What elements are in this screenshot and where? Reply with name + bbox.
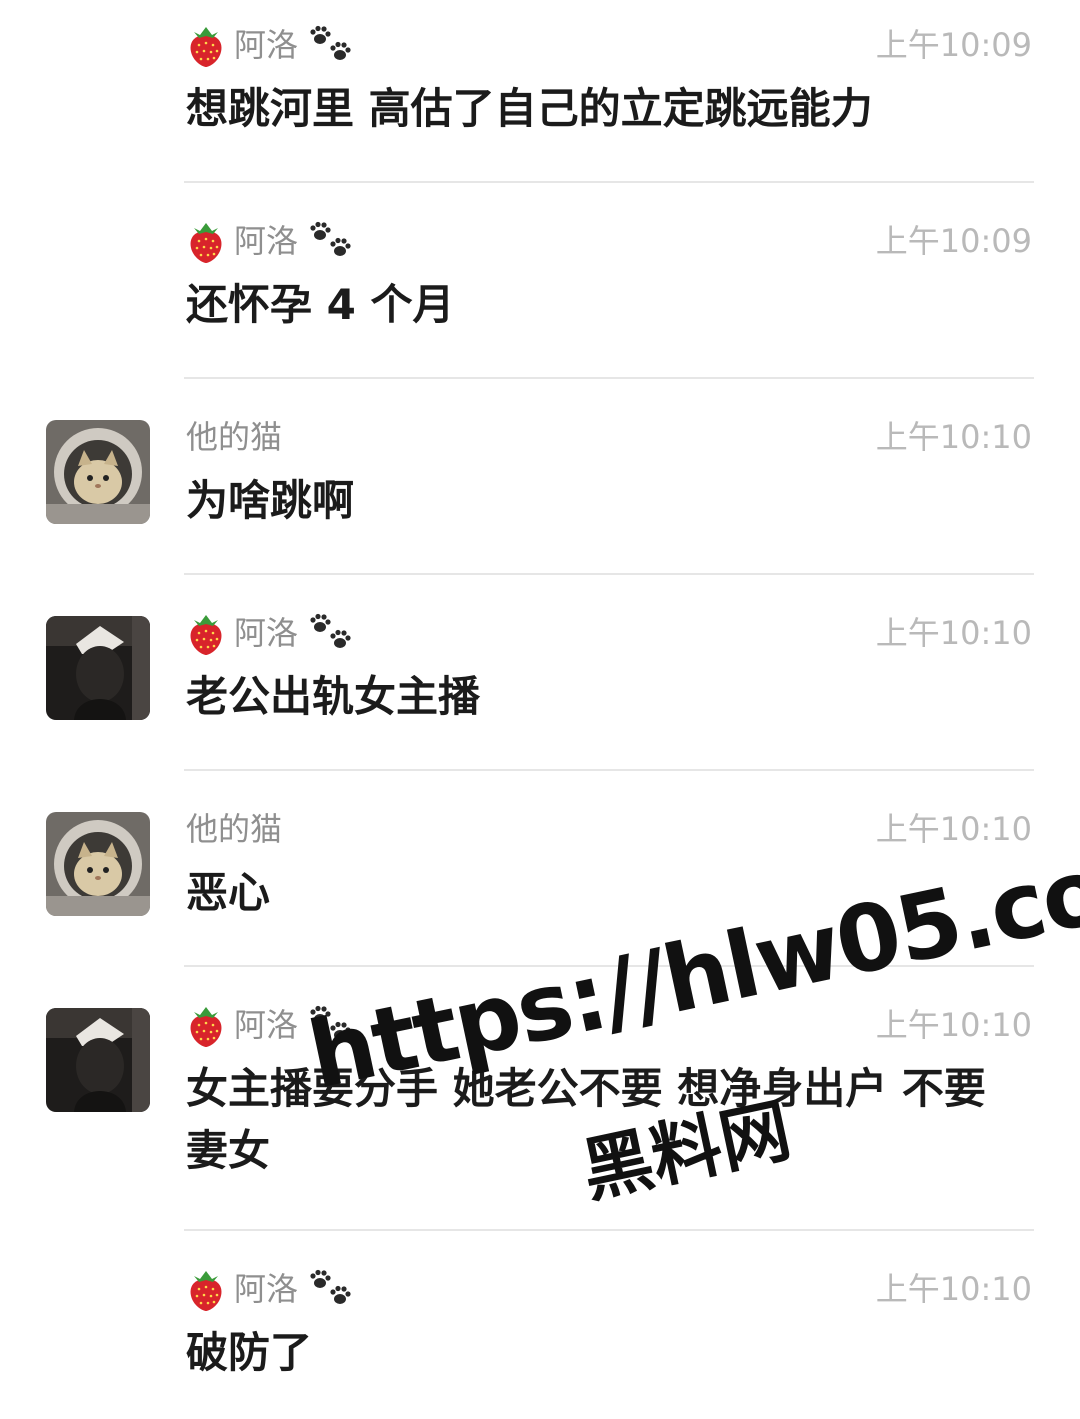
avatar-dark-person[interactable]: [46, 616, 150, 720]
sender-name[interactable]: 阿洛: [234, 1266, 298, 1312]
sender-row: 阿洛: [186, 218, 354, 264]
strawberry-icon: [190, 223, 222, 263]
message-time: 上午10:09: [875, 26, 1032, 64]
sender-name[interactable]: 他的猫: [186, 414, 282, 460]
message-text[interactable]: 老公出轨女主播: [186, 666, 1032, 728]
sender-row: 他的猫: [186, 414, 282, 460]
sender-name[interactable]: 阿洛: [234, 1002, 298, 1048]
sender-row: 阿洛: [186, 610, 354, 656]
paw-prints-icon: [310, 25, 351, 60]
message-time: 上午10:10: [875, 1270, 1032, 1308]
message-time: 上午10:09: [875, 222, 1032, 260]
paw-prints-icon: [310, 1269, 351, 1304]
message-divider: [184, 573, 1034, 575]
sender-name[interactable]: 阿洛: [234, 610, 298, 656]
message-text[interactable]: 女主播要分手 她老公不要 想净身出户 不要妻女: [186, 1058, 1022, 1182]
sender-name[interactable]: 阿洛: [234, 22, 298, 68]
message-divider: [184, 965, 1034, 967]
message-divider: [184, 181, 1034, 183]
strawberry-icon: [190, 1271, 222, 1311]
message-text[interactable]: 为啥跳啊: [186, 470, 1032, 532]
sender-row: 阿洛: [186, 1002, 354, 1048]
paw-prints-icon: [310, 1005, 351, 1040]
sender-row: 他的猫: [186, 806, 282, 852]
message-time: 上午10:10: [875, 614, 1032, 652]
strawberry-icon: [190, 27, 222, 67]
message-time: 上午10:10: [875, 1006, 1032, 1044]
paw-prints-icon: [310, 221, 351, 256]
sender-row: 阿洛: [186, 22, 354, 68]
avatar-cat-astronaut[interactable]: [46, 420, 150, 524]
message-divider: [184, 769, 1034, 771]
message-text[interactable]: 恶心: [186, 862, 1032, 924]
sender-row: 阿洛: [186, 1266, 354, 1312]
message-time: 上午10:10: [875, 810, 1032, 848]
avatar-cat-astronaut[interactable]: [46, 812, 150, 916]
strawberry-icon: [190, 1007, 222, 1047]
chat-message-list[interactable]: 阿洛 上午10:09 想跳河里 高估了自己的立定跳远能力 阿洛 上午10:09 …: [0, 0, 1080, 1419]
strawberry-icon: [190, 615, 222, 655]
message-time: 上午10:10: [875, 418, 1032, 456]
message-text[interactable]: 想跳河里 高估了自己的立定跳远能力: [186, 78, 1032, 140]
message-divider: [184, 1229, 1034, 1231]
paw-prints-icon: [310, 613, 351, 648]
sender-name[interactable]: 阿洛: [234, 218, 298, 264]
sender-name[interactable]: 他的猫: [186, 806, 282, 852]
message-divider: [184, 377, 1034, 379]
message-text[interactable]: 还怀孕 4 个月: [186, 274, 1032, 336]
message-text[interactable]: 破防了: [186, 1322, 1032, 1384]
avatar-dark-person[interactable]: [46, 1008, 150, 1112]
